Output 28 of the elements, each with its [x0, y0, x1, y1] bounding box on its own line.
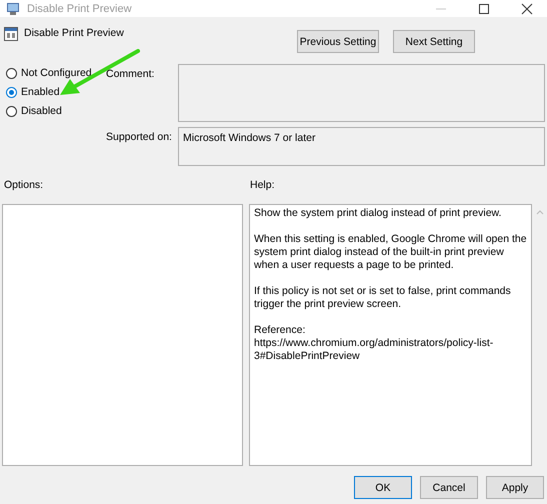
setting-icon	[4, 27, 18, 41]
nav-button[interactable]: Next Setting	[393, 30, 475, 53]
dialog-button[interactable]: OK	[354, 476, 412, 499]
supported-on-field: Microsoft Windows 7 or later	[178, 127, 545, 166]
setting-title: Disable Print Preview	[24, 27, 124, 39]
maximize-icon[interactable]	[478, 2, 490, 14]
radio-button[interactable]	[6, 68, 17, 78]
close-icon[interactable]	[521, 2, 533, 14]
radio-label: Not Configured	[21, 67, 92, 79]
policy-icon	[6, 2, 20, 16]
nav-button[interactable]: Previous Setting	[297, 30, 379, 53]
help-paragraph: If this policy is not set or is set to false, print commands trigger the print preview screen.	[254, 285, 512, 311]
window-title: Disable Print Preview	[27, 2, 132, 14]
help-paragraph: Show the system print dialog instead of print preview.	[254, 207, 502, 220]
comment-field[interactable]	[178, 64, 545, 122]
radio-button[interactable]	[6, 106, 17, 116]
radio-label: Enabled	[21, 86, 60, 98]
radio-label: Disabled	[21, 105, 62, 117]
dialog-button[interactable]: Apply	[486, 476, 544, 499]
dialog-button[interactable]: Cancel	[420, 476, 478, 499]
comment-label: Comment:	[106, 67, 156, 82]
help-paragraph: Reference: https://www.chromium.org/administrators/policy-list-3#DisablePrintPreview	[254, 324, 494, 363]
help-label: Help:	[250, 179, 275, 191]
radio-button[interactable]	[6, 86, 17, 98]
scroll-up-icon	[536, 209, 544, 215]
help-paragraph: When this setting is enabled, Google Chrome will open the system print dialog instead of the built-in print preview when a user requests a page to be printed.	[254, 233, 527, 272]
options-label: Options:	[4, 179, 44, 191]
supported-label: Supported on:	[106, 130, 173, 145]
